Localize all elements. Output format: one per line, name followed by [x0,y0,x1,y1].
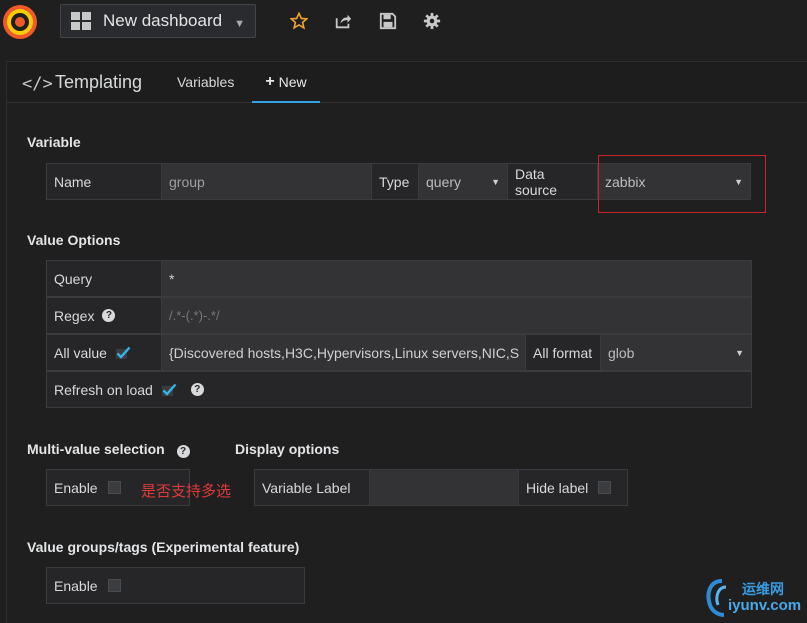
regex-input[interactable]: /.*-(.*)-.*/ [161,297,752,334]
code-icon: </> [22,74,53,94]
tab-variables[interactable]: Variables [177,74,234,90]
value-groups-row: Enable [46,567,305,604]
datasource-label: Data source [507,163,598,200]
gear-icon[interactable] [423,12,441,30]
multi-value-title: Multi-value selection [27,441,165,457]
all-value-row: All value {Discovered hosts,H3C,Hypervis… [46,334,752,371]
save-icon[interactable] [379,12,397,30]
annotation-text: 是否支持多选 [141,483,232,500]
watermark-cn-text: 运维网 [742,581,784,597]
hide-label-checkbox[interactable] [598,481,612,494]
hide-label-label: Hide label [526,479,589,496]
refresh-label: Refresh on load [54,381,153,398]
section-title-variable: Variable [27,134,81,150]
panel-title: Templating [55,72,143,92]
all-value-label: All value [54,344,107,361]
chevron-down-icon: ▼ [234,18,245,30]
regex-label: Regex [54,307,95,324]
plus-icon: + [265,72,275,90]
dashboard-title: New dashboard [103,11,223,30]
section-title-display-options: Display options [235,441,340,457]
help-icon[interactable]: ? [190,383,204,396]
type-label: Type [371,163,419,200]
annotation-highlight-box [598,155,766,213]
refresh-row: Refresh on load ? [46,371,752,408]
watermark-url-text: iyunv.com [728,597,802,614]
help-icon[interactable]: ? [176,445,190,458]
all-format-label: All format [525,334,601,371]
top-navbar: New dashboard ▼ [0,0,807,46]
type-select[interactable]: query ▼ [418,163,508,200]
all-value-input[interactable]: {Discovered hosts,H3C,Hypervisors,Linux … [161,334,526,371]
value-groups-enable-cell: Enable [46,567,305,604]
variable-label-input[interactable] [369,469,519,506]
regex-row: Regex ? /.*-(.*)-.*/ [46,297,752,334]
chevron-down-icon: ▼ [491,176,500,187]
value-groups-enable-checkbox[interactable] [107,579,121,592]
name-label: Name [46,163,162,200]
refresh-cell: Refresh on load ? [46,371,752,408]
query-row: Query * [46,260,752,297]
hide-label-cell: Hide label [518,469,628,506]
refresh-checkbox[interactable] [161,383,177,397]
regex-label-cell: Regex ? [46,297,162,334]
tab-new[interactable]: + New [252,62,320,103]
name-input[interactable]: group [161,163,372,200]
help-icon[interactable]: ? [102,309,116,322]
section-title-value-groups: Value groups/tags (Experimental feature) [27,539,300,555]
all-value-checkbox[interactable] [115,346,131,360]
variable-label-label: Variable Label [254,469,370,506]
multi-value-enable-label: Enable [54,479,98,496]
dashboard-grid-icon [71,12,91,30]
chevron-down-icon: ▼ [735,347,744,358]
value-groups-enable-label: Enable [54,577,98,594]
all-format-value: glob [608,344,635,361]
panel-header: </> Templating Variables + New [7,62,807,103]
section-title-multi-value: Multi-value selection ? [27,441,190,458]
dashboard-picker[interactable]: New dashboard ▼ [60,4,256,38]
query-label: Query [46,260,162,297]
multi-value-enable-checkbox[interactable] [107,481,121,494]
watermark: 运维网 iyunv.com [702,575,807,622]
all-value-label-cell: All value [46,334,162,371]
type-select-value: query [426,173,462,190]
section-title-value-options: Value Options [27,232,121,248]
tab-new-label: New [278,73,307,90]
all-format-select[interactable]: glob ▼ [600,334,752,371]
display-options-row: Variable Label Hide label [254,469,628,506]
star-icon[interactable] [290,12,308,30]
share-icon[interactable] [334,12,352,30]
query-input[interactable]: * [161,260,752,297]
grafana-logo-icon[interactable] [0,2,40,42]
